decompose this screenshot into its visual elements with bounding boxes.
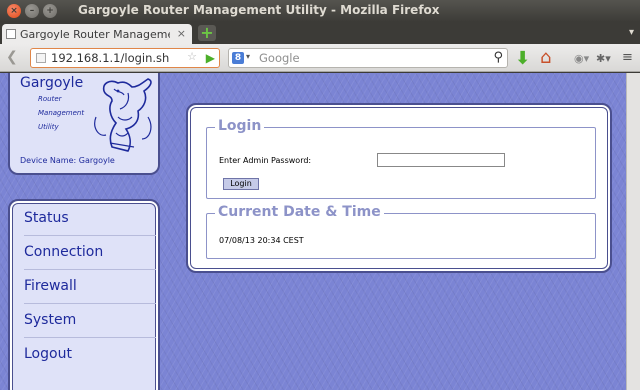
addon-icon[interactable]: ✱▾ (596, 52, 611, 65)
logo-panel: Gargoyle Router Management Utility Devic… (8, 73, 160, 175)
page-favicon-icon (6, 29, 16, 39)
menu-item-status[interactable]: Status (24, 203, 156, 236)
search-bar[interactable]: 8 ▾ Google ⚲ (228, 48, 508, 68)
main-menu: Status Connection Firewall System Logout (8, 199, 160, 390)
login-button[interactable]: Login (223, 178, 259, 190)
google-engine-icon[interactable]: 8 (232, 52, 244, 64)
datetime-fieldset: Current Date & Time 07/08/13 20:34 CEST (206, 204, 596, 259)
password-label: Enter Admin Password: (219, 156, 312, 165)
password-input[interactable] (377, 153, 505, 167)
window-title: Gargoyle Router Management Utility - Moz… (78, 3, 440, 17)
window-titlebar: × – + Gargoyle Router Management Utility… (0, 0, 640, 22)
tab-label: Gargoyle Router Management ... (20, 28, 170, 41)
bookmark-star-icon[interactable]: ☆ (187, 50, 197, 63)
login-content-panel: Login Enter Admin Password: Login Curren… (186, 103, 612, 273)
maximize-window-button[interactable]: + (43, 4, 57, 18)
gargoyle-logo-icon (94, 78, 152, 152)
url-bar[interactable]: 192.168.1.1/login.sh ☆ ▶ (30, 48, 220, 68)
datetime-legend: Current Date & Time (215, 204, 384, 220)
search-icon[interactable]: ⚲ (493, 50, 503, 65)
logo-subtitle-management: Management (38, 109, 85, 117)
logo-title: Gargoyle (20, 75, 84, 91)
minimize-window-button[interactable]: – (25, 4, 39, 18)
site-identity-icon[interactable] (36, 53, 46, 63)
tab-close-icon[interactable]: × (177, 27, 186, 40)
page-scrollbar[interactable] (626, 73, 640, 390)
menu-item-firewall[interactable]: Firewall (24, 271, 156, 304)
page-content: Gargoyle Router Management Utility Devic… (0, 73, 640, 390)
back-button[interactable]: ❮ (6, 49, 18, 65)
login-legend: Login (215, 118, 265, 134)
download-icon[interactable]: ⬇ (515, 48, 530, 69)
login-fieldset: Login Enter Admin Password: Login (206, 118, 596, 199)
go-arrow-icon[interactable]: ▶ (206, 51, 215, 65)
tab-strip: Gargoyle Router Management ... × (0, 22, 640, 44)
tab-gargoyle[interactable]: Gargoyle Router Management ... × (2, 24, 192, 44)
url-text: 192.168.1.1/login.sh (51, 51, 170, 65)
menu-item-connection[interactable]: Connection (24, 237, 156, 270)
menu-item-system[interactable]: System (24, 305, 156, 338)
datetime-value: 07/08/13 20:34 CEST (219, 236, 304, 245)
engine-dropdown-icon[interactable]: ▾ (246, 52, 250, 61)
close-window-button[interactable]: × (7, 4, 21, 18)
home-icon[interactable]: ⌂ (540, 47, 551, 68)
extension-icon[interactable]: ◉▾ (574, 52, 589, 65)
device-name: Device Name: Gargoyle (20, 156, 115, 165)
menu-item-logout[interactable]: Logout (24, 339, 156, 372)
search-placeholder: Google (259, 51, 300, 65)
new-tab-button[interactable]: + (198, 25, 216, 41)
menu-icon[interactable]: ≡ (622, 50, 633, 65)
logo-subtitle-router: Router (38, 95, 62, 103)
logo-subtitle-utility: Utility (38, 123, 59, 131)
tab-list-icon[interactable]: ▾ (629, 27, 634, 38)
